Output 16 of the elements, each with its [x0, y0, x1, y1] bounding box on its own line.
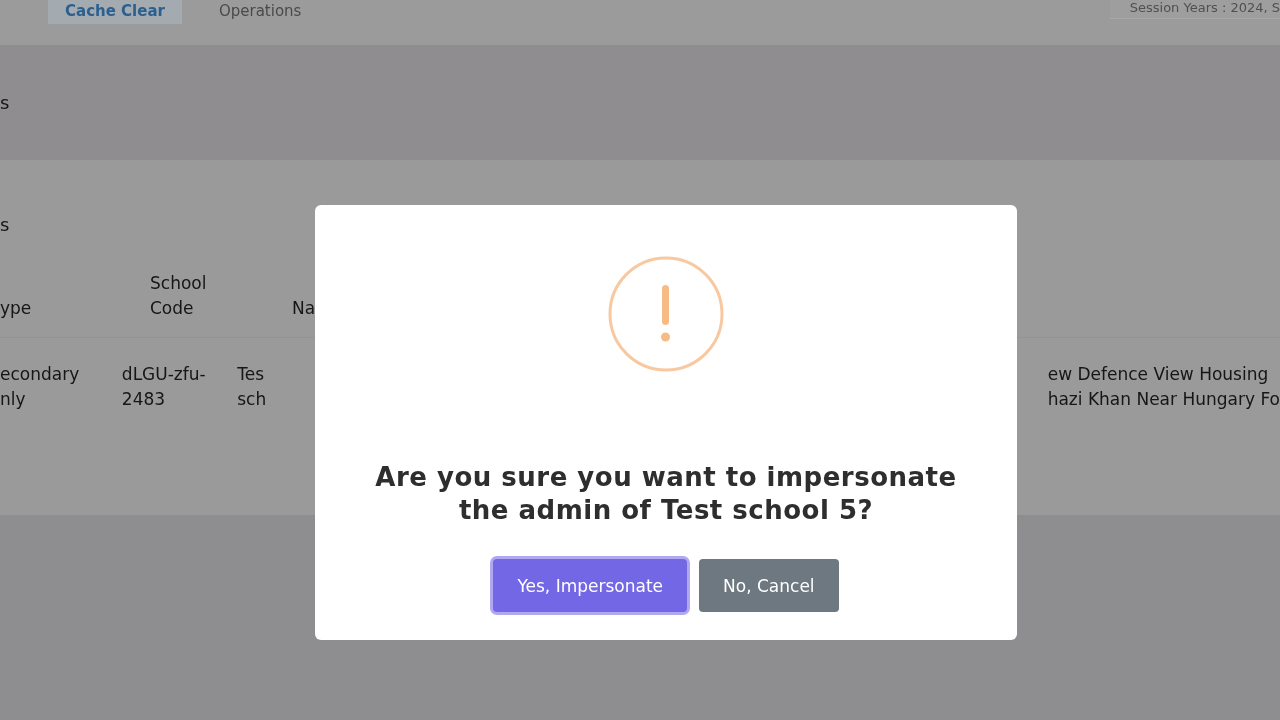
- column-header: ype: [0, 297, 33, 320]
- warning-icon: [607, 255, 725, 373]
- section-title: s: [0, 214, 11, 235]
- session-years: Session Years : 2024, S: [1109, 0, 1280, 19]
- confirm-button[interactable]: Yes, Impersonate: [493, 559, 688, 612]
- table-cell-text: dLGU-zfu- 2483: [121, 363, 207, 411]
- dialog-title: Are you sure you want to impersonate the admin of Test school 5?: [374, 461, 958, 527]
- cancel-button[interactable]: No, Cancel: [699, 559, 839, 612]
- table-cell-text: econdary nly: [0, 363, 81, 411]
- column-header: Na: [292, 297, 317, 320]
- nav-tab[interactable]: Operations: [201, 0, 319, 24]
- section-title: s: [0, 92, 10, 113]
- table-cell-text: ew Defence View Housing hazi Khan Near Hungary Fo: [1047, 363, 1280, 411]
- table-cell-text: Tes sch: [237, 363, 268, 411]
- nav-tab[interactable]: Cache Clear: [48, 0, 182, 24]
- column-header: School Code: [150, 272, 208, 320]
